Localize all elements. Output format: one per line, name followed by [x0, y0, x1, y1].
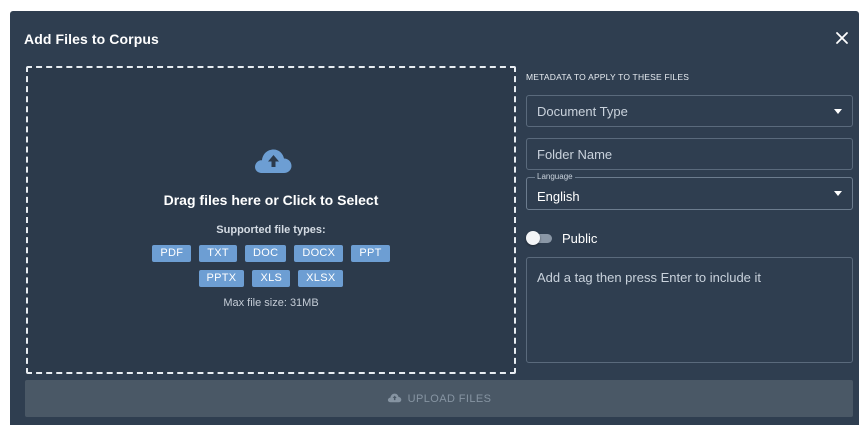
max-file-size: Max file size: 31MB — [223, 297, 319, 309]
file-type-chip-pdf: PDF — [152, 245, 192, 262]
folder-name-input[interactable]: Folder Name — [526, 138, 853, 170]
tags-input[interactable]: Add a tag then press Enter to include it — [526, 257, 853, 363]
file-type-chip-xlsx: XLSX — [298, 270, 344, 287]
public-toggle[interactable]: Public — [526, 229, 597, 247]
caret-down-icon — [834, 109, 842, 114]
dropzone-title: Drag files here or Click to Select — [163, 192, 379, 208]
caret-down-icon — [834, 191, 842, 196]
public-label: Public — [562, 230, 598, 246]
close-icon[interactable] — [833, 29, 851, 47]
upload-files-label: UPLOAD FILES — [407, 392, 492, 405]
file-type-chip-doc: DOC — [244, 245, 287, 262]
cloud-upload-icon — [253, 145, 293, 175]
toggle-switch[interactable] — [526, 231, 552, 245]
file-dropzone[interactable]: Drag files here or Click to Select Suppo… — [26, 66, 516, 374]
language-value: English — [537, 189, 580, 204]
tags-placeholder: Add a tag then press Enter to include it — [537, 270, 762, 285]
file-type-chip-ppt: PPT — [351, 245, 390, 262]
file-type-chip-xls: XLS — [252, 270, 291, 287]
toggle-knob — [526, 231, 540, 245]
file-type-row: PPTX XLS XLSX — [28, 270, 514, 287]
file-type-chip-pptx: PPTX — [198, 270, 245, 287]
dialog-title: Add Files to Corpus — [24, 31, 159, 47]
language-select[interactable]: Language English — [526, 172, 853, 210]
language-label: Language — [535, 172, 575, 181]
file-type-chip-docx: DOCX — [294, 245, 344, 262]
file-type-row: PDF TXT DOC DOCX PPT — [28, 245, 514, 262]
document-type-select[interactable]: Document Type — [526, 95, 853, 127]
supported-types-label: Supported file types: — [216, 224, 326, 236]
cloud-upload-icon — [387, 390, 402, 408]
upload-files-button[interactable]: UPLOAD FILES — [25, 380, 853, 417]
add-files-dialog: Add Files to Corpus Drag files here or C… — [10, 11, 859, 425]
metadata-section-label: METADATA TO APPLY TO THESE FILES — [526, 72, 690, 82]
folder-name-placeholder: Folder Name — [537, 147, 613, 162]
document-type-placeholder: Document Type — [537, 104, 628, 119]
file-type-chip-txt: TXT — [199, 245, 237, 262]
